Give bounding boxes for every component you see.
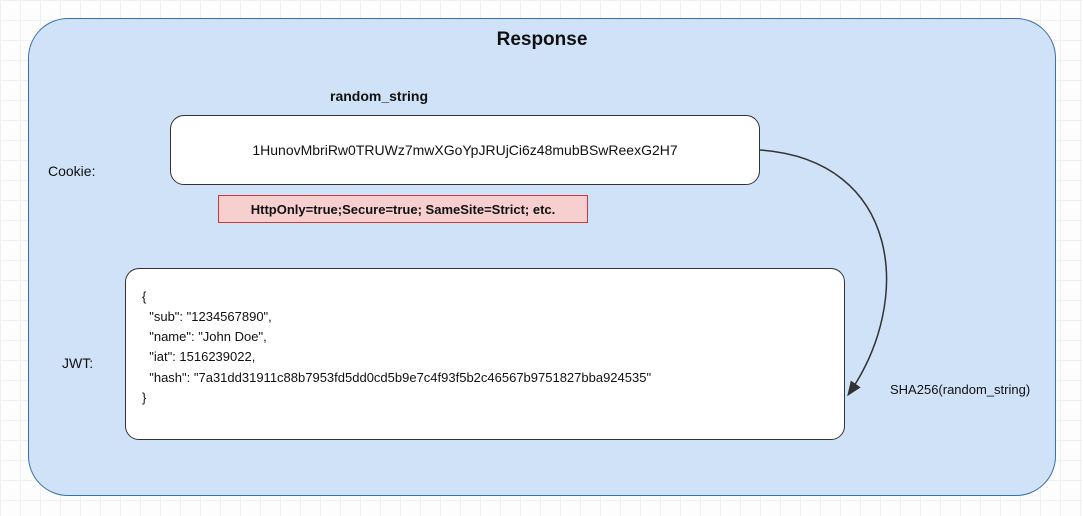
response-title: Response xyxy=(29,29,1055,51)
cookie-value: 1HunovMbriRw0TRUWz7mwXGoYpJRUjCi6z48mubB… xyxy=(252,142,677,158)
jwt-payload-text: { "sub": "1234567890", "name": "John Doe… xyxy=(142,289,651,405)
jwt-payload-box: { "sub": "1234567890", "name": "John Doe… xyxy=(125,268,845,440)
random-string-label: random_string xyxy=(330,88,428,104)
jwt-label: JWT: xyxy=(62,355,93,371)
cookie-label: Cookie: xyxy=(48,163,95,179)
sha-label: SHA256(random_string) xyxy=(890,382,1030,397)
cookie-attributes-box: HttpOnly=true;Secure=true; SameSite=Stri… xyxy=(218,195,588,223)
cookie-value-box: 1HunovMbriRw0TRUWz7mwXGoYpJRUjCi6z48mubB… xyxy=(170,115,760,185)
cookie-attributes: HttpOnly=true;Secure=true; SameSite=Stri… xyxy=(251,202,556,217)
